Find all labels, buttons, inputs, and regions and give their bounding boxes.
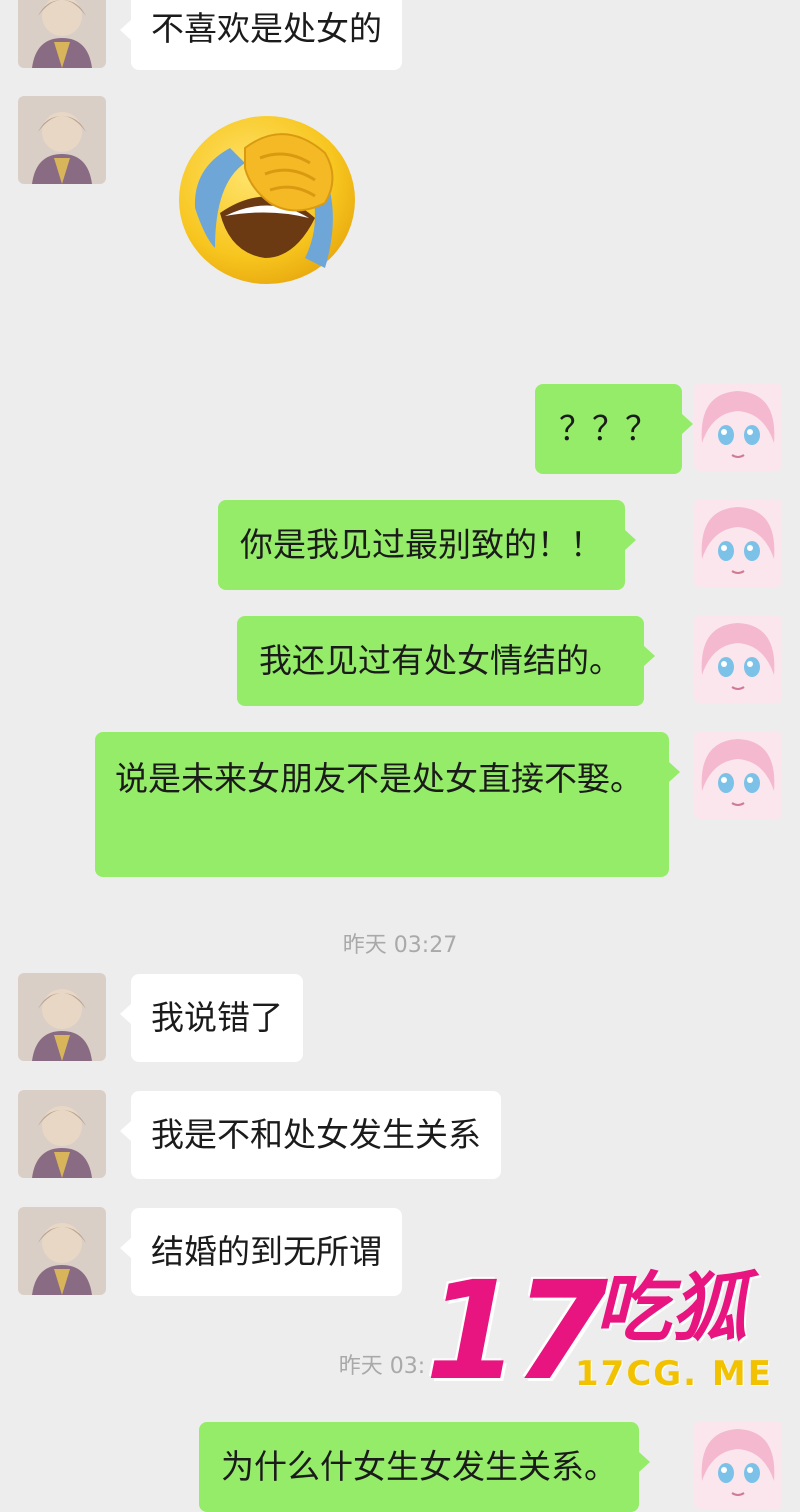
message-text: 我是不和处女发生关系: [151, 1115, 481, 1154]
message-text: ？？？: [559, 409, 658, 448]
message-bubble[interactable]: 你是我见过最别致的！！: [218, 500, 636, 590]
contact-avatar[interactable]: [18, 1090, 106, 1178]
my-avatar[interactable]: [694, 383, 782, 471]
watermark-url: 17CG. ME: [575, 1354, 773, 1394]
contact-avatar[interactable]: [18, 0, 106, 68]
message-bubble[interactable]: 我是不和处女发生关系: [120, 1091, 501, 1179]
message-text: 你是我见过最别致的！！: [240, 525, 603, 564]
my-avatar[interactable]: [694, 731, 782, 819]
watermark-chinese: 吃狐: [595, 1263, 747, 1352]
contact-avatar[interactable]: [18, 1207, 106, 1295]
message-text: 说是未来女朋友不是处女直接不娶。: [115, 759, 643, 798]
facepalm-laugh-emoji[interactable]: [175, 108, 360, 288]
message-text: 我还见过有处女情结的。: [259, 641, 622, 680]
my-avatar[interactable]: [694, 499, 782, 587]
message-bubble[interactable]: ？？？: [535, 384, 693, 474]
contact-avatar[interactable]: [18, 96, 106, 184]
message-bubble[interactable]: 不喜欢是处女的: [120, 0, 402, 70]
my-avatar[interactable]: [694, 615, 782, 703]
message-text: 结婚的到无所谓: [151, 1232, 382, 1271]
message-text: 为什么什女生女发生关系。: [221, 1447, 617, 1486]
my-avatar[interactable]: [694, 1421, 782, 1509]
message-bubble[interactable]: 为什么什女生女发生关系。: [199, 1422, 650, 1512]
message-bubble[interactable]: 我还见过有处女情结的。: [237, 616, 655, 706]
timestamp: 昨天 03:27: [342, 933, 458, 958]
message-bubble[interactable]: 说是未来女朋友不是处女直接不娶。: [95, 732, 680, 877]
message-bubble[interactable]: 我说错了: [120, 974, 303, 1062]
watermark-logo: 17 吃狐 17CG. ME: [425, 1262, 795, 1412]
message-bubble[interactable]: 结婚的到无所谓: [120, 1208, 402, 1296]
contact-avatar[interactable]: [18, 973, 106, 1061]
message-text: 不喜欢是处女的: [151, 9, 382, 48]
message-text: 我说错了: [151, 998, 283, 1037]
